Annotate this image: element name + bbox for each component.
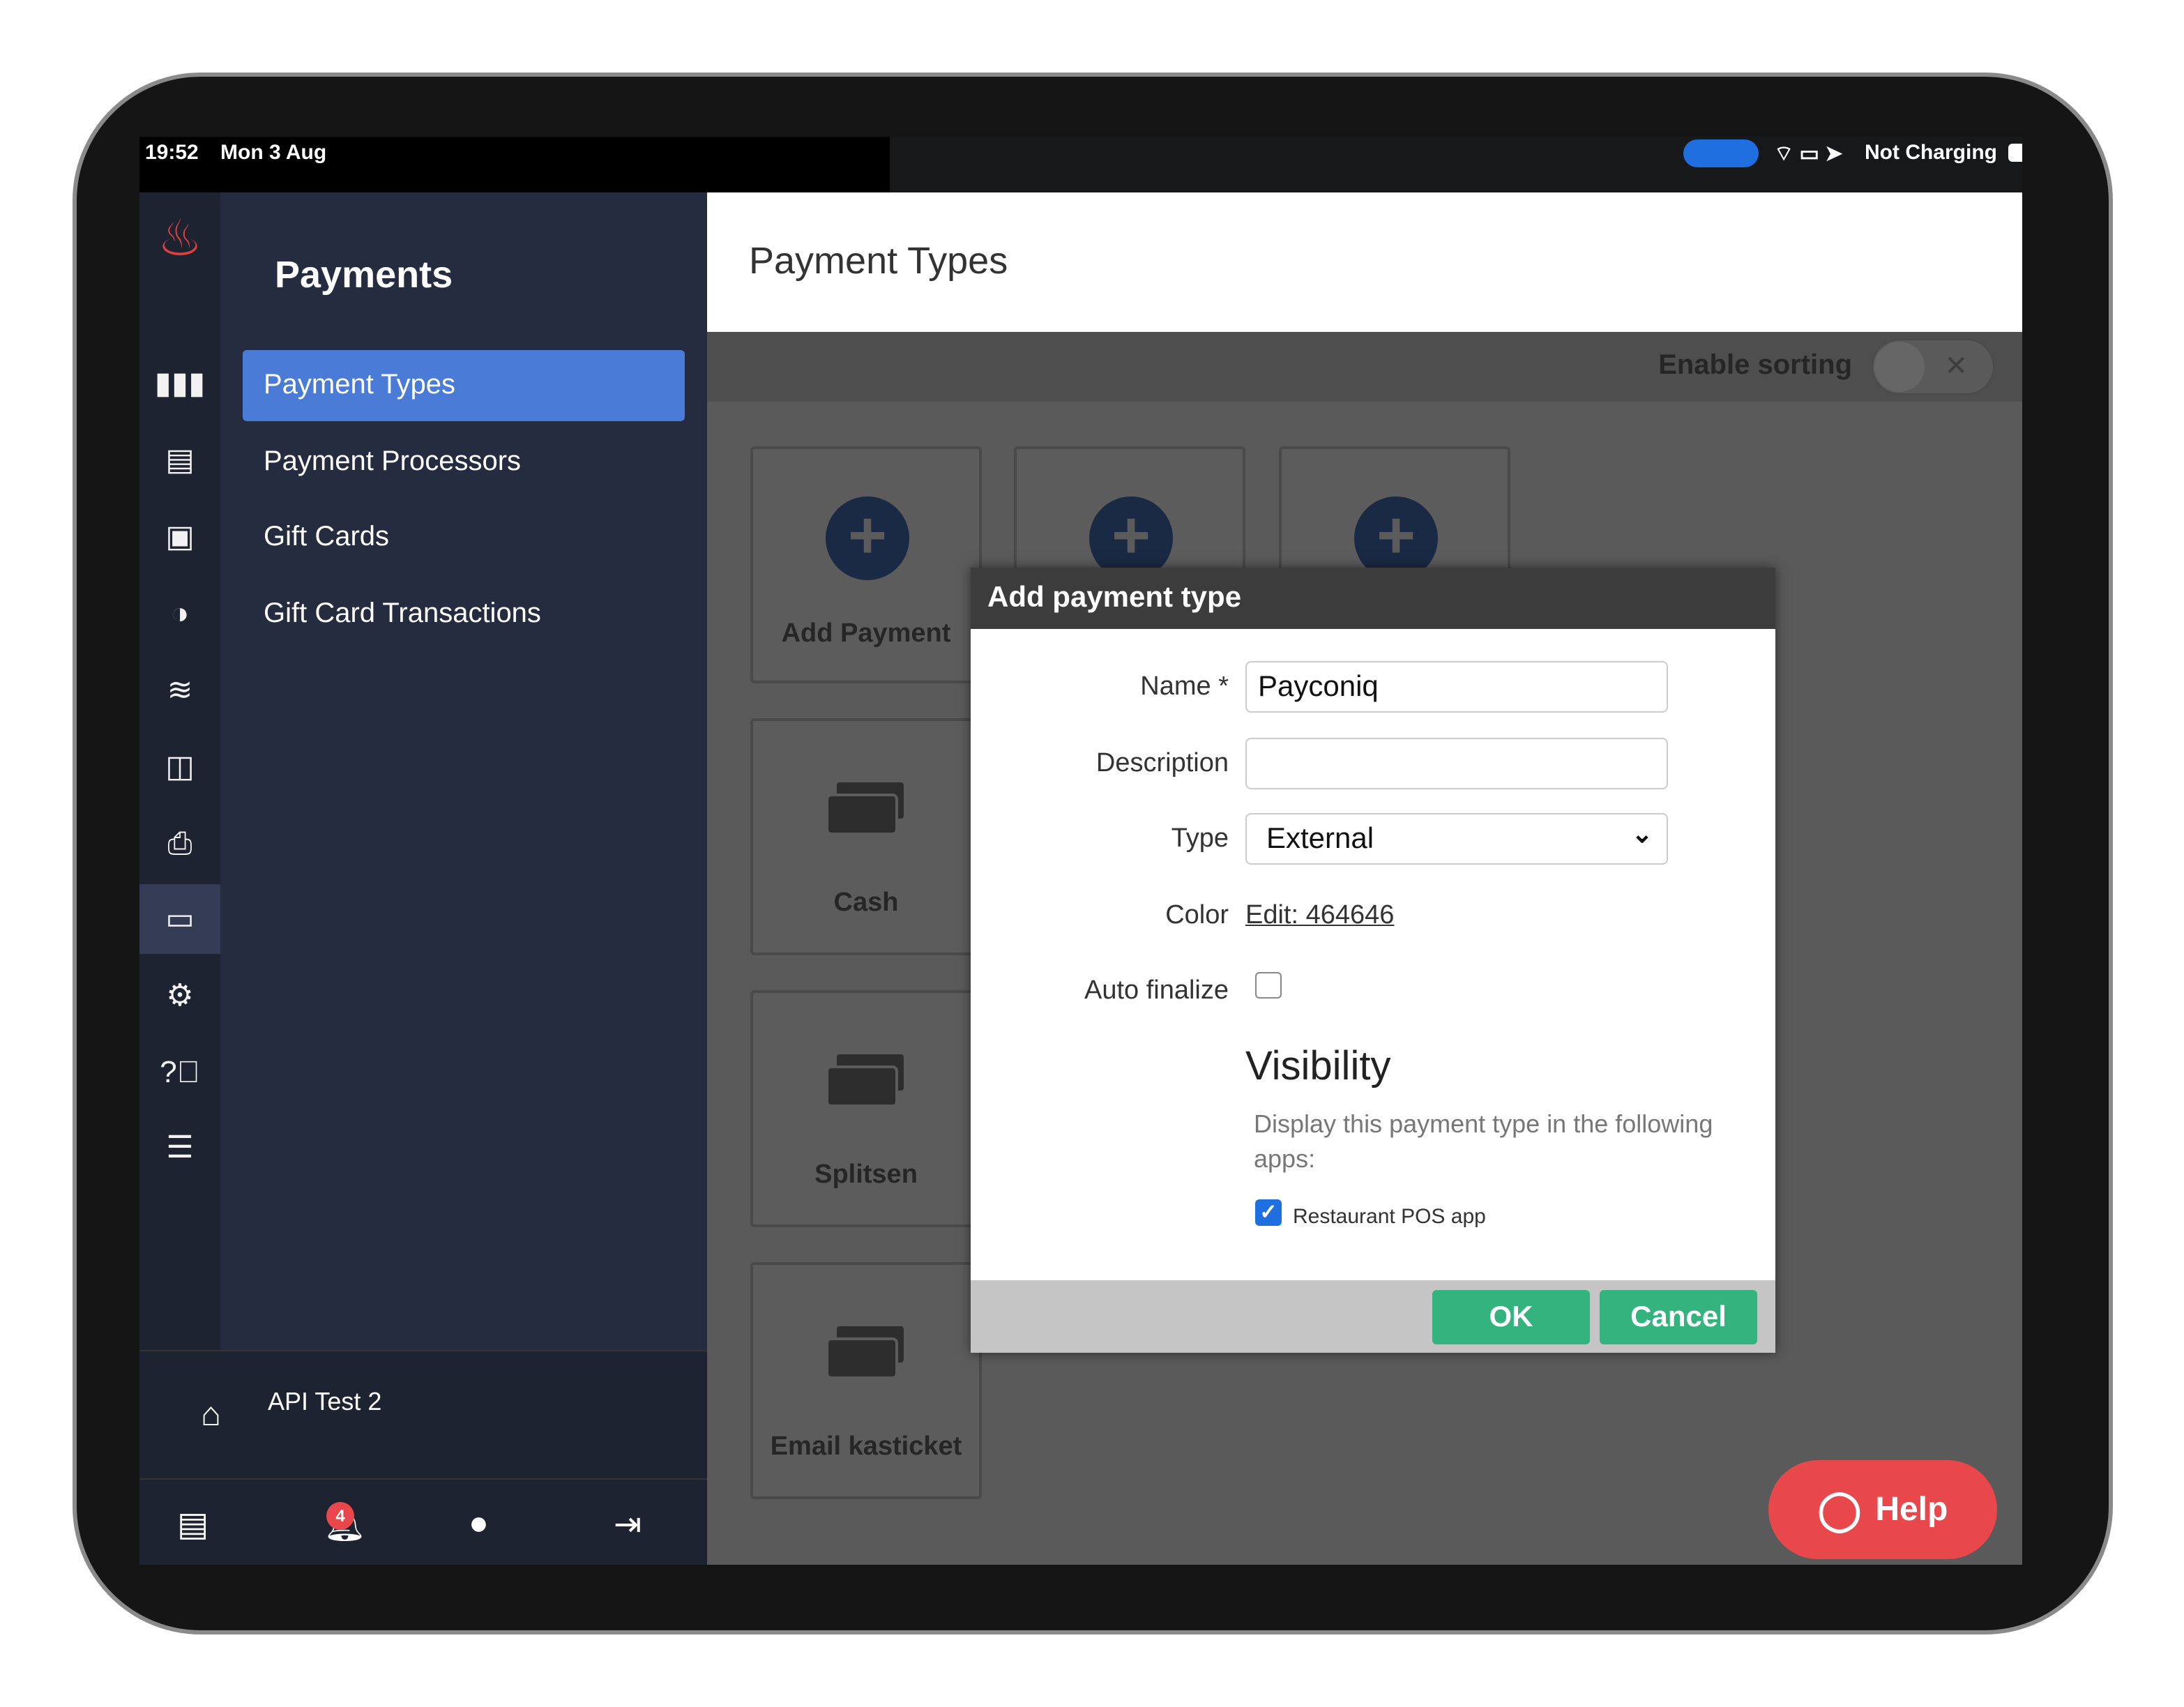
- chat-icon[interactable]: ▤: [177, 1505, 208, 1545]
- auto-finalize-label: Auto finalize: [1084, 976, 1229, 1006]
- color-label: Color: [1165, 901, 1229, 930]
- sidebar-item-payment-types[interactable]: Payment Types: [243, 350, 685, 421]
- payment-tile-email-kasticket[interactable]: Email kasticket: [750, 1262, 982, 1499]
- dining-icon[interactable]: ◑: [139, 579, 220, 648]
- gear-icon[interactable]: ⚙: [139, 961, 220, 1031]
- description-label: Description: [1095, 749, 1229, 778]
- contact-card-icon[interactable]: ▣: [139, 502, 220, 572]
- user-icon[interactable]: ●: [469, 1505, 489, 1544]
- payment-tile-splitsen[interactable]: Splitsen: [750, 990, 982, 1227]
- bottom-bar: ▤ 🔔︎ 4 ● ⇥: [139, 1478, 707, 1565]
- auto-finalize-checkbox[interactable]: [1255, 972, 1282, 999]
- toolbar: Enable sorting ✕: [707, 332, 2022, 402]
- battery-status: Not Charging: [1865, 141, 1997, 165]
- battery-icon: [2008, 144, 2022, 162]
- store-icon: ⌂: [201, 1396, 221, 1434]
- stats-icon[interactable]: ▮▮▮: [139, 349, 220, 418]
- dialog-footer: OK Cancel: [971, 1280, 1775, 1353]
- enable-sorting-toggle[interactable]: ✕: [1872, 339, 1994, 395]
- devices-icon[interactable]: ◫: [139, 732, 220, 802]
- color-edit-link[interactable]: Edit: 464646: [1245, 901, 1394, 932]
- chat-bubble-icon: ◯: [1817, 1488, 1862, 1531]
- location-panel[interactable]: ⌂ API Test 2: [139, 1350, 707, 1478]
- sidebar-title: Payments: [275, 254, 453, 296]
- enable-sorting-label: Enable sorting: [1658, 350, 1852, 381]
- screen-mirroring-icon: [1683, 139, 1759, 167]
- page-title: Payment Types: [749, 240, 1008, 282]
- logout-icon[interactable]: ⇥: [614, 1505, 642, 1545]
- page-header: Payment Types: [707, 192, 2022, 332]
- layers-icon[interactable]: ≋: [139, 655, 220, 725]
- add-payment-tile[interactable]: + Add Payment: [750, 446, 982, 683]
- wifi-icon: ⌔ ▭ ➤: [1774, 142, 1843, 166]
- add-payment-type-dialog: Add payment type Name * Description Type…: [971, 568, 1775, 1353]
- ok-button[interactable]: OK: [1432, 1290, 1590, 1344]
- clipboard-icon[interactable]: ▤: [139, 425, 220, 495]
- server-icon[interactable]: ☰: [139, 1113, 220, 1183]
- lightspeed-logo-icon: ♨: [157, 209, 203, 266]
- printer-icon[interactable]: ⎙: [139, 809, 220, 879]
- description-input[interactable]: [1245, 738, 1668, 789]
- restaurant-pos-checkbox[interactable]: ✓: [1255, 1199, 1282, 1226]
- cancel-button[interactable]: Cancel: [1600, 1290, 1757, 1344]
- sidebar-item-payment-processors[interactable]: Payment Processors: [243, 427, 685, 498]
- screen: 19:52 Mon 3 Aug ⌔ ▭ ➤ Not Charging ♨ ▮▮▮…: [139, 137, 2022, 1565]
- visibility-heading: Visibility: [1245, 1045, 1391, 1089]
- name-label: Name *: [1140, 672, 1229, 701]
- restaurant-pos-label: Restaurant POS app: [1293, 1205, 1486, 1229]
- name-input[interactable]: [1245, 661, 1668, 713]
- status-time: 19:52: [145, 141, 199, 165]
- payment-tile-cash[interactable]: Cash: [750, 718, 982, 955]
- sidebar-item-gift-cards[interactable]: Gift Cards: [243, 502, 685, 573]
- help-icon[interactable]: ?⃝: [139, 1038, 220, 1107]
- type-select[interactable]: External ⌄: [1245, 813, 1668, 865]
- dialog-title: Add payment type: [971, 568, 1775, 629]
- payments-icon[interactable]: ▭: [139, 884, 220, 954]
- notification-badge: 4: [326, 1502, 354, 1530]
- status-bar: 19:52 Mon 3 Aug ⌔ ▭ ➤ Not Charging: [139, 137, 2022, 192]
- help-label: Help: [1875, 1490, 1948, 1528]
- plus-icon: +: [826, 496, 909, 580]
- card-icon: [826, 1052, 909, 1114]
- close-icon: ✕: [1944, 351, 1968, 382]
- sidebar-item-gift-card-transactions[interactable]: Gift Card Transactions: [243, 579, 685, 650]
- card-icon: [826, 1323, 909, 1386]
- help-button[interactable]: ◯ Help: [1768, 1460, 1997, 1559]
- visibility-description: Display this payment type in the followi…: [1254, 1110, 1713, 1173]
- card-icon: [826, 780, 909, 842]
- type-label: Type: [1171, 824, 1229, 854]
- chevron-down-icon: ⌄: [1631, 820, 1653, 848]
- status-date: Mon 3 Aug: [220, 141, 327, 165]
- type-selected-value: External: [1266, 823, 1374, 855]
- location-name: API Test 2: [268, 1388, 382, 1416]
